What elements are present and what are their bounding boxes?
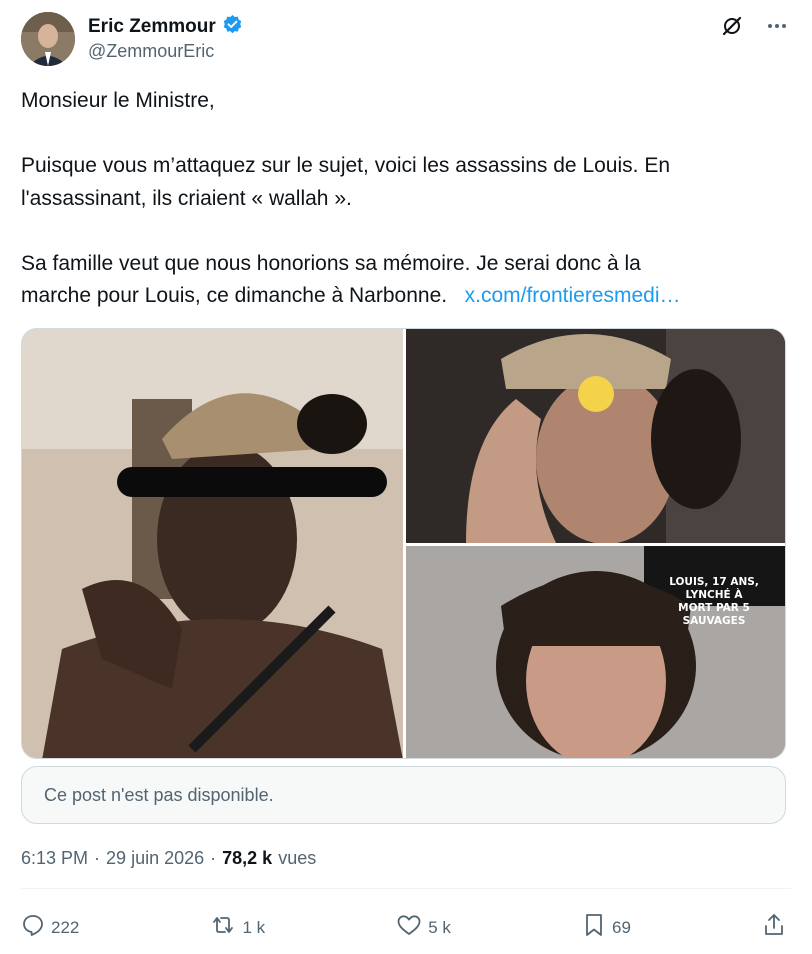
like-button[interactable]: 5 k: [396, 913, 451, 942]
repost-button[interactable]: 1 k: [210, 913, 265, 942]
tweet-line-with-link: marche pour Louis, ce dimanche à Narbonn…: [21, 280, 791, 313]
avatar[interactable]: [21, 12, 75, 66]
tweet-date[interactable]: 29 juin 2026: [106, 848, 204, 869]
tweet-line: l'assassinant, ils criaient « wallah ».: [21, 186, 352, 210]
tweet-link[interactable]: x.com/frontieresmedi…: [465, 284, 681, 307]
repost-count: 1 k: [242, 917, 266, 937]
bookmark-icon: [582, 912, 606, 943]
unavailable-post-card: Ce post n'est pas disponible.: [21, 766, 786, 824]
author-name[interactable]: Eric Zemmour: [88, 16, 216, 38]
meta-separator: ·: [210, 848, 217, 868]
caption-line: LOUIS, 17 ANS, LYNCHÉ À: [669, 576, 759, 601]
media-grid: LOUIS, 17 ANS, LYNCHÉ À MORT PAR 5 SAUVA…: [21, 328, 786, 759]
tweet-meta: 6:13 PM · 29 juin 2026 · 78,2 k vues: [21, 848, 316, 869]
more-icon[interactable]: [766, 15, 788, 37]
media-caption: LOUIS, 17 ANS, LYNCHÉ À MORT PAR 5 SAUVA…: [649, 576, 779, 628]
media-image-bottom-right[interactable]: LOUIS, 17 ANS, LYNCHÉ À MORT PAR 5 SAUVA…: [406, 546, 785, 758]
media-image-top-right[interactable]: [406, 329, 785, 544]
heart-icon: [396, 913, 422, 942]
tweet-line: Monsieur le Ministre,: [21, 89, 215, 112]
tweet-line: Sa famille veut que nous honorions sa mé…: [21, 251, 641, 275]
action-bar: 222 1 k 5 k 69: [21, 912, 786, 943]
share-icon: [762, 912, 786, 943]
reply-count: 222: [51, 917, 80, 937]
bookmark-button[interactable]: 69: [582, 912, 631, 943]
like-count: 5 k: [428, 917, 451, 937]
tweet-time[interactable]: 6:13 PM: [21, 848, 88, 869]
caption-line: MORT PAR 5 SAUVAGES: [678, 602, 750, 627]
views-label: vues: [278, 848, 317, 868]
grok-icon[interactable]: [720, 14, 744, 38]
divider: [21, 888, 791, 889]
unavailable-text: Ce post n'est pas disponible.: [44, 784, 274, 805]
tweet-line: marche pour Louis, ce dimanche à Narbonn…: [21, 284, 448, 307]
views-count: 78,2 k: [222, 848, 273, 868]
verified-badge-icon: [222, 14, 243, 40]
media-image-left[interactable]: [22, 329, 403, 758]
tweet-text: Monsieur le Ministre, Puisque vous m’att…: [21, 85, 791, 313]
reply-button[interactable]: 222: [21, 913, 79, 942]
share-button[interactable]: [762, 912, 786, 943]
meta-separator: ·: [94, 848, 101, 868]
author-handle[interactable]: @ZemmourEric: [88, 41, 214, 62]
reply-icon: [21, 913, 45, 942]
repost-icon: [210, 913, 236, 942]
tweet-line: Puisque vous m’attaquez sur le sujet, vo…: [21, 154, 671, 177]
bookmark-count: 69: [611, 917, 631, 937]
